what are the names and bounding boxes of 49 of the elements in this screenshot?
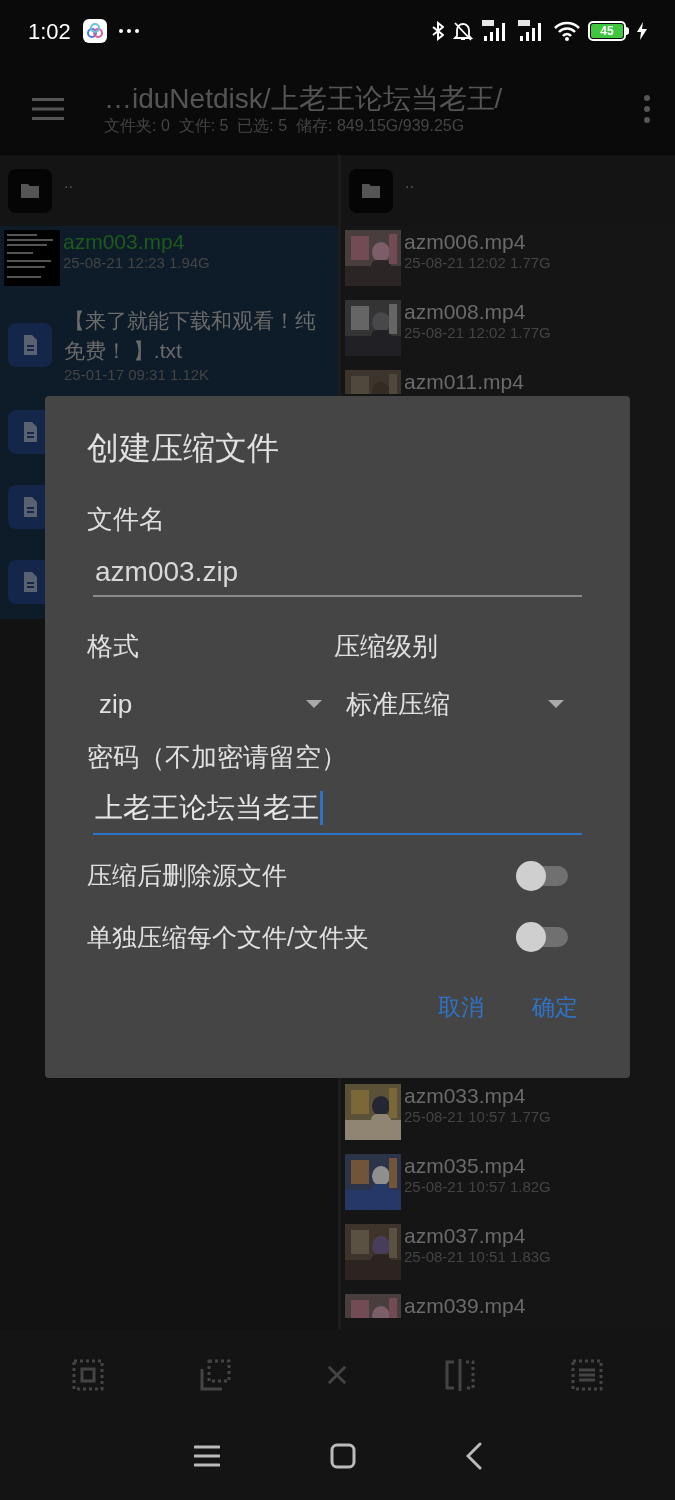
file-name: azm035.mp4 xyxy=(404,1154,527,1178)
bluetooth-icon xyxy=(432,21,444,41)
dialog-button[interactable]: 取消 xyxy=(434,986,488,1029)
dialog-button[interactable]: 确定 xyxy=(528,986,582,1029)
document-icon xyxy=(8,323,52,367)
filename-field[interactable]: azm003.zip xyxy=(93,549,582,597)
home-icon[interactable] xyxy=(329,1443,356,1469)
folder-icon xyxy=(8,168,52,213)
switch-label: 压缩后删除源文件 xyxy=(87,860,287,891)
folder-icon xyxy=(349,168,393,213)
field-label: 压缩级别 xyxy=(333,630,439,663)
path-title: …iduNetdisk/上老王论坛当老王/ xyxy=(104,82,504,116)
switch-label: 单独压缩每个文件/文件夹 xyxy=(87,921,369,953)
password-field[interactable]: 上老王论坛当老王 xyxy=(93,783,582,835)
file-name: azm008.mp4 xyxy=(404,300,527,324)
file-name: azm011.mp4 xyxy=(404,370,524,394)
file-name: azm003.mp4 xyxy=(63,230,186,254)
dialog-title: 创建压缩文件 xyxy=(87,429,280,468)
wifi-icon xyxy=(554,21,580,41)
select-all-icon[interactable] xyxy=(71,1359,104,1391)
field-label: 密码（不加密请留空） xyxy=(87,741,348,774)
format-dropdown[interactable]: zip xyxy=(87,680,330,728)
file-name: azm006.mp4 xyxy=(404,230,527,254)
close-icon[interactable] xyxy=(326,1364,349,1386)
battery-indicator: 45 xyxy=(588,21,629,41)
parent-folder-label: .. xyxy=(64,172,73,193)
folder-stats: 文件夹: 0 文件: 5 已选: 5 储存: 849.15G/939.25G xyxy=(104,116,466,136)
file-name: 【来了就能下载和观看！纯免费！ 】.txt xyxy=(64,307,317,364)
file-name: azm039.mp4 xyxy=(404,1294,526,1318)
charging-icon xyxy=(637,22,647,40)
muted-bell-icon xyxy=(452,20,474,42)
field-label: 格式 xyxy=(87,630,140,663)
menu-icon[interactable] xyxy=(32,96,64,121)
more-options-icon[interactable] xyxy=(643,94,651,123)
invert-selection-icon[interactable] xyxy=(443,1358,476,1392)
select-list-icon[interactable] xyxy=(571,1359,604,1391)
more-notifications-icon xyxy=(118,29,139,33)
app-notification-icon xyxy=(82,19,107,43)
parent-folder-label: .. xyxy=(405,172,414,193)
recent-apps-icon[interactable] xyxy=(193,1445,220,1467)
field-label: 文件名 xyxy=(87,503,166,536)
dropdown-caret-icon xyxy=(305,700,322,708)
file-name: azm033.mp4 xyxy=(404,1084,527,1108)
clock: 1:02 xyxy=(28,17,71,46)
level-dropdown[interactable]: 标准压缩 xyxy=(341,680,588,728)
dropdown-caret-icon xyxy=(548,700,564,708)
file-name: azm037.mp4 xyxy=(404,1224,527,1248)
select-range-icon[interactable] xyxy=(199,1359,232,1391)
back-icon[interactable] xyxy=(465,1442,482,1470)
